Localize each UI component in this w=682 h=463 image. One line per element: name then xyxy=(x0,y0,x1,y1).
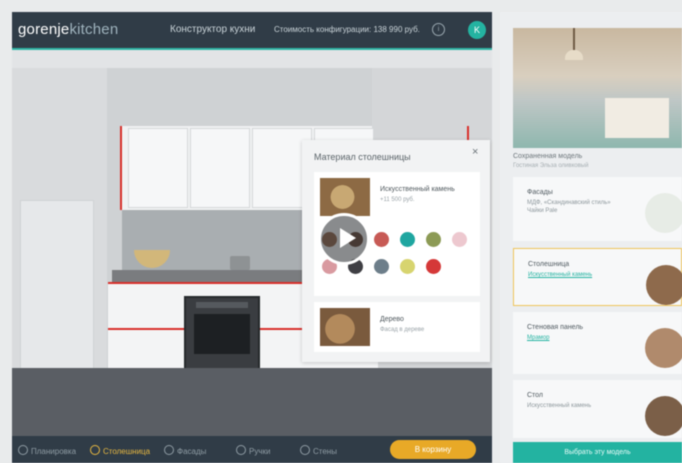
material-price: +11 500 руб. xyxy=(380,197,415,203)
oven-window xyxy=(194,314,250,354)
upper-door[interactable] xyxy=(190,128,250,208)
color-swatch[interactable] xyxy=(426,259,441,274)
material-sample-icon xyxy=(645,193,682,233)
brand-logo[interactable]: gorenjekitchen xyxy=(18,21,118,38)
tall-cabinet[interactable] xyxy=(20,200,94,370)
summary-card-wall-panel[interactable]: Стеновая панель Мрамор xyxy=(513,312,682,374)
page-title: Конструктор кухни xyxy=(170,24,256,35)
saved-model-subtitle: Гостиная Эльза оливковый xyxy=(513,163,589,169)
summary-card-table[interactable]: Стол Искусственный камень xyxy=(513,380,682,438)
card-title: Фасады xyxy=(527,189,553,196)
material-sample-icon xyxy=(645,328,682,368)
color-swatch[interactable] xyxy=(426,232,441,247)
summary-card-countertop[interactable]: Столешница Искусственный камень xyxy=(513,248,682,306)
card-value-link[interactable]: Искусственный камень xyxy=(528,271,618,279)
user-avatar[interactable]: K xyxy=(468,21,486,39)
top-bar: gorenjekitchen Конструктор кухни Стоимос… xyxy=(12,12,492,50)
right-panel: Сохраненная модель Гостиная Эльза оливко… xyxy=(500,12,682,463)
info-icon[interactable]: i xyxy=(432,23,445,36)
nav-countertop[interactable]: Столешница xyxy=(90,445,150,456)
lamp-shade xyxy=(565,50,583,60)
play-video-button[interactable] xyxy=(318,213,370,265)
floor xyxy=(12,368,492,436)
card-title: Стол xyxy=(527,392,544,399)
cooking-pot xyxy=(230,256,250,270)
color-swatch[interactable] xyxy=(374,232,389,247)
upper-door[interactable] xyxy=(128,128,188,208)
facades-icon xyxy=(164,445,174,455)
play-icon xyxy=(340,228,356,248)
color-swatch[interactable] xyxy=(400,259,415,274)
material-name: Искусственный камень xyxy=(380,186,455,193)
material-sample-icon xyxy=(645,396,682,436)
card-value: МДФ, «Скандинавский стиль» Чайки Pale xyxy=(527,200,611,214)
nav-facades[interactable]: Фасады xyxy=(164,445,206,456)
walls-icon xyxy=(300,445,310,455)
material-option-wood[interactable]: Дерево Фасад в дереве xyxy=(314,302,480,352)
add-to-cart-button[interactable]: В корзину xyxy=(390,440,476,459)
card-value-link[interactable]: Мрамор xyxy=(527,334,617,342)
saved-model-title: Сохраненная модель xyxy=(513,153,583,160)
material-thumbnail xyxy=(320,308,370,346)
card-title: Столешница xyxy=(528,261,570,268)
nav-handles[interactable]: Ручки xyxy=(236,445,270,456)
configuration-cost: Стоимость конфигурации: 138 990 руб. xyxy=(274,25,420,34)
nav-walls[interactable]: Стены xyxy=(300,445,337,456)
lamp-cord xyxy=(573,28,575,50)
layout-icon xyxy=(18,445,28,455)
close-icon[interactable]: × xyxy=(472,146,478,158)
oven-controls xyxy=(196,302,248,308)
preview-cabinet xyxy=(605,98,669,138)
ceiling xyxy=(12,50,492,68)
summary-card-facades[interactable]: Фасады МДФ, «Скандинавский стиль» Чайки … xyxy=(513,177,682,241)
material-name: Дерево xyxy=(380,316,404,323)
card-value: Искусственный камень xyxy=(527,403,592,409)
model-preview-image[interactable] xyxy=(513,28,682,148)
oven[interactable] xyxy=(184,296,260,374)
popup-title: Материал столешницы xyxy=(314,152,411,162)
handles-icon xyxy=(236,445,246,455)
choose-model-button[interactable]: Выбрать эту модель xyxy=(513,442,682,463)
color-swatch[interactable] xyxy=(400,232,415,247)
color-swatch[interactable] xyxy=(452,232,467,247)
countertop-icon xyxy=(90,445,100,455)
material-thumbnail xyxy=(320,178,370,216)
bottom-nav: Планировка Столешница Фасады Ручки Стены… xyxy=(12,436,492,463)
card-title: Стеновая панель xyxy=(527,324,584,331)
nav-layout[interactable]: Планировка xyxy=(18,445,76,456)
material-sample-icon xyxy=(646,265,682,305)
material-description: Фасад в дереве xyxy=(380,327,425,333)
color-swatch[interactable] xyxy=(374,259,389,274)
